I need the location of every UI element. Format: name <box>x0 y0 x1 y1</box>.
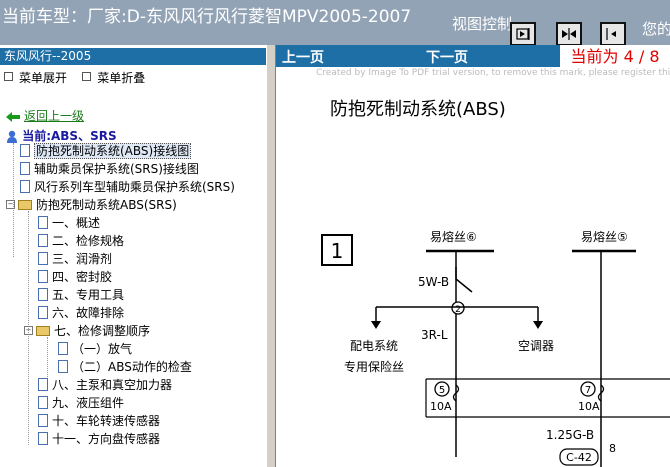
arrow-down-icon <box>533 321 543 329</box>
prev-page-link[interactable]: 上一页 <box>282 47 324 67</box>
arrow-down-icon <box>371 321 381 329</box>
fuse6-label: 易熔丝⑥ <box>430 229 477 244</box>
fuse-b-label: 7 <box>585 385 591 396</box>
last-page-button[interactable] <box>556 22 582 45</box>
document-panel: 上一页 下一页 当前为 4 / 8 Created by Image To PD… <box>276 45 670 467</box>
tree-folder-abs[interactable]: − 防抱死制动系统ABS(SRS) <box>6 197 177 213</box>
panel-splitter[interactable] <box>266 45 276 467</box>
navigation-tree-panel: 东风风行--2005 菜单展开 菜单折叠 返回上一级 当前:ABS、SRS 防抱… <box>0 45 266 467</box>
previous-page-button[interactable] <box>600 22 626 45</box>
document-icon <box>38 378 48 391</box>
wire3-label: 1.25G-B <box>546 428 594 442</box>
vehicle-model-title: 当前车型：厂家:D-东风风行风行菱智MPV2005-2007 <box>2 7 412 27</box>
tree-item-wheel-sensor[interactable]: 十、车轮转速传感器 <box>38 413 160 429</box>
square-icon <box>82 72 92 81</box>
watermark-text: Created by Image To PDF trial version, t… <box>316 68 670 78</box>
tree-item-master-pump[interactable]: 八、主泵和真空加力器 <box>38 377 172 393</box>
title-bar: 当前车型：厂家:D-东风风行风行菱智MPV2005-2007 视图控制 您的 <box>0 0 670 45</box>
tree-item-srs-wiring[interactable]: 辅助乘员保护系统(SRS)接线图 <box>20 161 199 177</box>
square-icon <box>4 72 13 81</box>
document-icon <box>38 432 48 445</box>
document-icon <box>38 234 48 247</box>
document-icon <box>20 144 30 157</box>
tree-item-specs[interactable]: 二、检修规格 <box>38 233 124 249</box>
tree-item-overview[interactable]: 一、概述 <box>38 215 100 231</box>
collapse-icon[interactable]: − <box>6 200 15 209</box>
tree-item-troubleshoot[interactable]: 六、故障排除 <box>38 305 124 321</box>
fuse5-label: 易熔丝⑤ <box>581 229 628 244</box>
tree-item-bleeding[interactable]: （一）放气 <box>58 341 132 357</box>
folder-icon <box>36 325 50 336</box>
arrow-right-icon <box>516 28 530 40</box>
box-label: 1 <box>331 239 344 263</box>
amp-b-label: 10A <box>578 400 600 413</box>
document-icon <box>38 288 48 301</box>
wire1-label: 5W-B <box>418 275 449 289</box>
wire-bend <box>455 267 473 293</box>
document-icon <box>58 360 68 373</box>
document-icon <box>38 414 48 427</box>
document-icon <box>58 342 68 355</box>
document-icon <box>20 180 30 193</box>
ac-label: 空调器 <box>518 339 554 353</box>
document-icon <box>38 396 48 409</box>
user-info-label: 您的 <box>642 20 670 38</box>
special-fuse-label: 专用保险丝 <box>344 359 404 374</box>
skip-icon <box>562 28 576 40</box>
back-arrow-icon <box>6 111 20 122</box>
next-page-button[interactable] <box>510 22 536 45</box>
next-page-link[interactable]: 下一页 <box>426 47 468 67</box>
dist-label: 配电系统 <box>350 339 398 353</box>
arrow-left-icon <box>606 28 616 40</box>
folder-icon <box>18 199 32 210</box>
collapse-icon[interactable]: − <box>24 326 33 335</box>
wiring-diagram: 1 易熔丝⑥ 5W-B 2 3R-L 配电系统 空调器 易熔丝⑤ 专用保险丝 5… <box>321 229 670 467</box>
wire2-label: 3R-L <box>421 328 448 342</box>
pin-label: 8 <box>609 442 616 455</box>
tree-item-srs-system[interactable]: 风行系列车型辅助乘员保护系统(SRS) <box>20 179 235 195</box>
user-icon <box>7 130 17 143</box>
tree-line <box>47 337 48 377</box>
tree-item-abs-wiring[interactable]: 防抱死制动系统(ABS)接线图 <box>20 143 192 159</box>
tree-item-tools[interactable]: 五、专用工具 <box>38 287 124 303</box>
tree-folder-adjust[interactable]: − 七、检修调整顺序 <box>24 323 150 339</box>
menu-expand-button[interactable]: 菜单展开 <box>4 71 67 85</box>
back-link[interactable]: 返回上一级 <box>6 107 84 124</box>
tree-header: 东风风行--2005 <box>0 48 266 65</box>
current-node: 当前:ABS、SRS <box>6 127 117 144</box>
document-icon <box>38 216 48 229</box>
tree-item-sealant[interactable]: 四、密封胶 <box>38 269 112 285</box>
page-indicator: 当前为 4 / 8 <box>560 45 670 69</box>
document-icon <box>20 162 30 175</box>
tree-item-hydraulic[interactable]: 九、液压组件 <box>38 395 124 411</box>
document-icon <box>38 270 48 283</box>
fuse-a-label: 5 <box>439 385 445 396</box>
menu-collapse-button[interactable]: 菜单折叠 <box>82 71 145 85</box>
tree-item-lubricant[interactable]: 三、润滑剂 <box>38 251 112 267</box>
view-control-label: 视图控制 <box>452 15 513 33</box>
connector-label: C-42 <box>566 451 592 464</box>
menu-controls: 菜单展开 菜单折叠 <box>4 69 145 86</box>
amp-a-label: 10A <box>430 400 452 413</box>
document-icon <box>38 252 48 265</box>
document-icon <box>38 306 48 319</box>
tree-item-abs-check[interactable]: （二）ABS动作的检查 <box>58 359 192 375</box>
tree-item-steering-sensor[interactable]: 十一、方向盘传感器 <box>38 431 160 447</box>
